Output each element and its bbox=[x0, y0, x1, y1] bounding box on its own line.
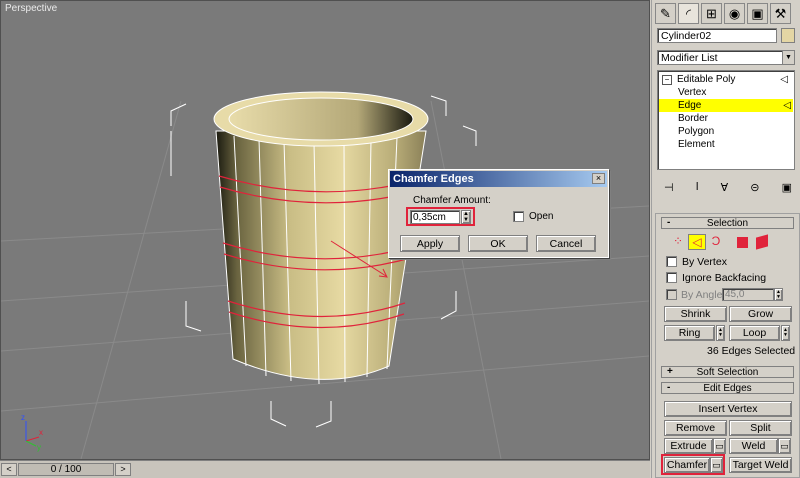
edit-edges-rollout-header[interactable]: - Edit Edges bbox=[661, 382, 794, 394]
hierarchy-tab-icon[interactable]: ⊞ bbox=[701, 3, 722, 24]
modify-tab-icon[interactable]: ◜ bbox=[678, 3, 699, 24]
modifier-list-dropdown[interactable]: Modifier List ▼ bbox=[657, 50, 795, 65]
rollout-title: Edit Edges bbox=[703, 382, 752, 394]
vertex-subobject-icon[interactable]: ⁘ bbox=[670, 234, 686, 250]
ring-button[interactable]: Ring bbox=[664, 325, 715, 341]
ring-spinner[interactable]: ▲ ▼ bbox=[716, 325, 725, 341]
extrude-settings-icon[interactable]: ▭ bbox=[713, 438, 726, 454]
spinner-down-icon[interactable]: ▼ bbox=[776, 294, 781, 300]
chamfer-amount-label: Chamfer Amount: bbox=[413, 195, 491, 206]
show-end-result-icon[interactable]: ǀ bbox=[696, 181, 699, 197]
rollout-title: Selection bbox=[706, 217, 749, 229]
next-frame-button[interactable]: > bbox=[115, 463, 131, 476]
by-vertex-checkbox[interactable] bbox=[666, 256, 677, 267]
svg-text:y: y bbox=[37, 443, 41, 452]
border-subobject-icon[interactable]: Ɔ bbox=[708, 234, 724, 250]
stack-label: Editable Poly bbox=[677, 74, 736, 85]
chamfer-button[interactable]: Chamfer bbox=[664, 457, 710, 473]
ok-button[interactable]: OK bbox=[468, 235, 528, 252]
loop-button[interactable]: Loop bbox=[729, 325, 780, 341]
polygon-subobject-icon[interactable] bbox=[737, 237, 748, 248]
shrink-button[interactable]: Shrink bbox=[664, 306, 727, 322]
remove-button[interactable]: Remove bbox=[664, 420, 727, 436]
stack-item-editable-poly[interactable]: − Editable Poly ◁ bbox=[662, 73, 790, 86]
selection-status: 36 Edges Selected bbox=[707, 345, 796, 357]
object-color-swatch[interactable] bbox=[781, 28, 795, 43]
svg-text:x: x bbox=[39, 428, 43, 437]
target-weld-button[interactable]: Target Weld bbox=[729, 457, 792, 473]
stack-label: Polygon bbox=[678, 126, 715, 137]
axis-tripod: z x y bbox=[21, 413, 43, 452]
stack-item-polygon[interactable]: Polygon bbox=[678, 125, 788, 138]
weld-button[interactable]: Weld bbox=[729, 438, 778, 454]
modifier-active-icon: ◁ bbox=[780, 74, 788, 85]
modifier-list-label: Modifier List bbox=[661, 52, 718, 64]
prev-frame-button[interactable]: < bbox=[1, 463, 17, 476]
angle-spinner[interactable]: ▲ ▼ bbox=[774, 288, 783, 301]
chamfer-amount-spinner[interactable]: ▲ ▼ bbox=[461, 210, 471, 224]
spinner-down-icon[interactable]: ▼ bbox=[718, 333, 723, 338]
svg-text:z: z bbox=[21, 413, 25, 422]
spinner-down-icon[interactable]: ▼ bbox=[783, 333, 788, 338]
stack-item-element[interactable]: Element bbox=[678, 138, 788, 151]
object-name-field[interactable]: Cylinder02 bbox=[657, 28, 777, 43]
cancel-button[interactable]: Cancel bbox=[536, 235, 596, 252]
dialog-title[interactable]: Chamfer Edges bbox=[390, 171, 607, 187]
chamfer-amount-input[interactable]: 0,35cm bbox=[410, 210, 460, 224]
expand-plus-icon: + bbox=[667, 366, 673, 377]
make-unique-icon[interactable]: ∀ bbox=[721, 181, 729, 197]
chamfer-edges-dialog: Chamfer Edges × Chamfer Amount: 0,35cm ▲… bbox=[388, 169, 609, 258]
chamfer-settings-icon[interactable]: ▭ bbox=[710, 457, 723, 473]
remove-modifier-icon[interactable]: ⊝ bbox=[750, 181, 759, 197]
apply-button[interactable]: Apply bbox=[400, 235, 460, 252]
modifier-stack: − Editable Poly ◁ Vertex Edge ◁ Border Po… bbox=[657, 70, 795, 170]
grow-button[interactable]: Grow bbox=[729, 306, 792, 322]
insert-vertex-button[interactable]: Insert Vertex bbox=[664, 401, 792, 417]
weld-settings-icon[interactable]: ▭ bbox=[778, 438, 791, 454]
ignore-backfacing-checkbox[interactable] bbox=[666, 272, 677, 283]
open-checkbox[interactable] bbox=[513, 211, 524, 222]
collapse-minus-icon: - bbox=[667, 382, 671, 393]
pin-stack-icon[interactable]: ⊣ bbox=[664, 181, 674, 197]
by-vertex-label: By Vertex bbox=[682, 256, 727, 268]
edge-subobject-button-icon[interactable]: ◁ bbox=[688, 234, 706, 250]
stack-item-vertex[interactable]: Vertex bbox=[678, 86, 788, 99]
extrude-button[interactable]: Extrude bbox=[664, 438, 713, 454]
rollout-title: Soft Selection bbox=[696, 366, 759, 378]
command-panel: ✎ ◜ ⊞ ◉ ▣ ⚒ Cylinder02 Modifier List ▼ −… bbox=[651, 0, 800, 478]
spinner-down-icon[interactable]: ▼ bbox=[463, 217, 469, 223]
by-angle-label: By Angle: bbox=[681, 289, 726, 301]
stack-label: Border bbox=[678, 113, 709, 124]
time-slider[interactable]: 0 / 100 bbox=[18, 463, 114, 476]
soft-selection-rollout-header[interactable]: + Soft Selection bbox=[661, 366, 794, 378]
chevron-down-icon[interactable]: ▼ bbox=[782, 51, 794, 64]
time-slider-bar: < 0 / 100 > bbox=[0, 460, 650, 478]
create-tab-icon[interactable]: ✎ bbox=[655, 3, 676, 24]
motion-tab-icon[interactable]: ◉ bbox=[724, 3, 745, 24]
angle-value-input[interactable]: 45,0 bbox=[722, 288, 774, 301]
stack-item-border[interactable]: Border bbox=[678, 112, 788, 125]
open-label: Open bbox=[529, 211, 554, 222]
utilities-tab-icon[interactable]: ⚒ bbox=[770, 3, 791, 24]
dialog-close-button[interactable]: × bbox=[592, 173, 605, 184]
collapse-minus-icon: - bbox=[667, 217, 671, 228]
stack-item-edge[interactable]: Edge ◁ bbox=[659, 99, 793, 112]
configure-sets-icon[interactable]: ▣ bbox=[782, 181, 792, 197]
edge-subobject-icon: ◁ bbox=[783, 100, 791, 111]
display-tab-icon[interactable]: ▣ bbox=[747, 3, 768, 24]
loop-spinner[interactable]: ▲ ▼ bbox=[781, 325, 790, 341]
stack-label: Vertex bbox=[678, 87, 707, 98]
by-angle-checkbox[interactable] bbox=[666, 289, 677, 300]
ignore-backfacing-label: Ignore Backfacing bbox=[682, 272, 767, 284]
stack-label: Edge bbox=[678, 100, 702, 111]
stack-label: Element bbox=[678, 139, 715, 150]
expand-minus-icon[interactable]: − bbox=[662, 75, 672, 85]
cylinder-inner bbox=[228, 97, 414, 141]
selection-rollout-header[interactable]: - Selection bbox=[661, 217, 794, 229]
split-button[interactable]: Split bbox=[729, 420, 792, 436]
stack-toolbar: ⊣ ǀ ∀ ⊝ ▣ bbox=[664, 181, 792, 197]
